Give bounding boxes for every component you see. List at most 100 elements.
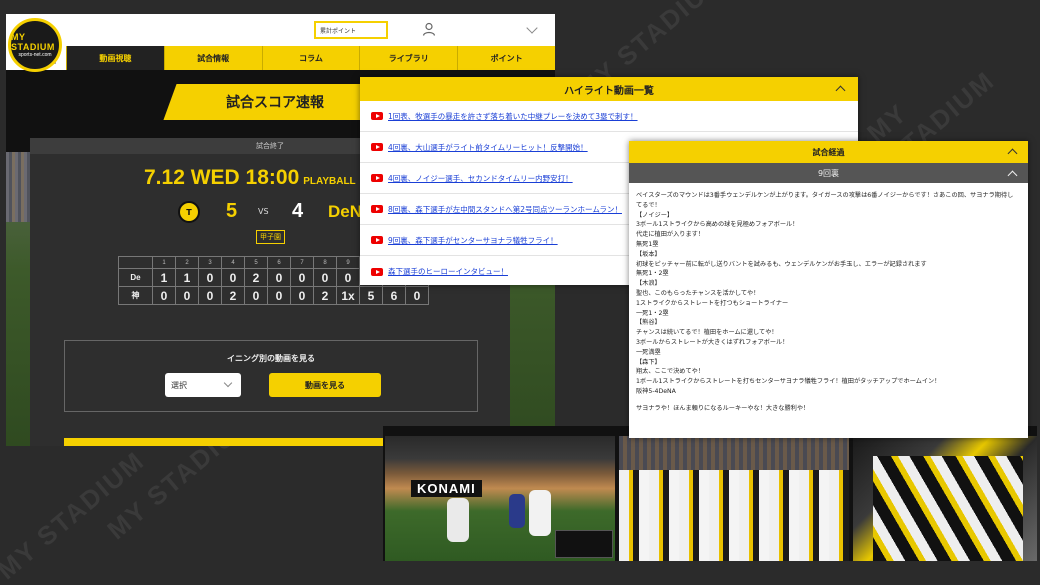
venue-badge: 甲子園 [256, 230, 285, 244]
pbp-line: 3ボールからストレートが大きくはずれフォアボール！ [636, 338, 789, 346]
pbp-line: ベイスターズのマウンドは3番手ウェンデルケンが上がります。タイガースの攻撃は6番… [636, 192, 1014, 199]
table-row: 神 0 0 0 2 0 0 0 2 1x 5 6 0 [118, 286, 429, 305]
pbp-line: 【森下】 [636, 358, 661, 366]
score-cell: 0 [244, 286, 268, 305]
vs-label: VS [258, 207, 269, 216]
team-cell: 神 [118, 286, 153, 305]
video-thumbnail-celebration[interactable] [619, 436, 849, 561]
inning-select[interactable]: 選択 [165, 373, 241, 397]
chevron-up-icon[interactable] [1007, 170, 1018, 181]
nav-item-column[interactable]: コラム [261, 46, 360, 70]
away-score: 4 [292, 200, 304, 222]
score-cell: 2 [244, 268, 268, 287]
inning-number: 8 [313, 256, 337, 269]
inning-accordion[interactable]: 9回裏 [629, 163, 1028, 183]
playball-label: PLAYBALL [303, 176, 356, 187]
score-cell: 0 [267, 286, 291, 305]
inning-selector-title: イニング別の動画を見る [227, 354, 315, 363]
video-strip: KONAMI [383, 426, 1037, 561]
pbp-line: 初球をピッチャー前に転がし送りバントを試みるも、ウェンデルケンがお手玉し、エラー… [636, 260, 927, 268]
video-thumbnail-team-huddle[interactable] [853, 436, 1037, 561]
pbp-spacer [636, 397, 1021, 404]
pbp-line: 一死1・2塁 [636, 309, 669, 317]
nav-item-library[interactable]: ライブラリ [359, 46, 457, 70]
pbp-line: 聖也、このもらったチャンスを活かしてや！ [636, 289, 760, 297]
score-cell: 0 [313, 268, 337, 287]
chevron-down-icon [223, 378, 233, 388]
score-cell: 5 [359, 286, 383, 305]
score-cell: 1 [175, 268, 199, 287]
score-cell: 0 [336, 268, 360, 287]
score-cell: 0 [290, 286, 314, 305]
highlight-link[interactable]: 森下選手のヒーローインタビュー！ [388, 266, 508, 277]
chevron-down-icon[interactable] [526, 22, 538, 34]
play-video-icon [371, 236, 383, 244]
highlight-link[interactable]: 4回裏、大山選手がライト前タイムリーヒット！反撃開始！ [388, 142, 588, 153]
pbp-line: 一死満塁 [636, 348, 661, 356]
pbp-line: 無死1・2塁 [636, 270, 669, 278]
pbp-line: 【木浪】 [636, 280, 661, 288]
score-cell: 0 [198, 286, 222, 305]
play-by-play-header[interactable]: 試合経過 [629, 141, 1028, 163]
pbp-line: サヨナラや！ほんま頼りになるルーキーやな！大きな勝利や！ [636, 404, 810, 412]
score-cell: 1x [336, 286, 360, 305]
inning-label: 9回裏 [817, 168, 840, 178]
video-thumbnail-batting[interactable]: KONAMI [385, 436, 615, 561]
pbp-line: 3ボール1ストライクから高めの球を見極めフォアボール！ [636, 221, 799, 229]
pbp-line: 【ノイジー】 [636, 211, 674, 219]
pbp-line: 無死1塁 [636, 240, 659, 248]
watch-video-button[interactable]: 動画を見る [269, 373, 381, 397]
highlight-link[interactable]: 1回表、牧選手の暴走を許さず落ち着いた中継プレーを決めて3塁で刺す！ [388, 111, 638, 122]
play-by-play-title: 試合経過 [812, 147, 845, 157]
score-cell: 0 [290, 268, 314, 287]
inning-select-value: 選択 [171, 381, 187, 390]
score-cell: 0 [152, 286, 176, 305]
score-cell: 0 [221, 268, 245, 287]
score-cell: 0 [405, 286, 429, 305]
inning-number: 9 [336, 256, 360, 269]
away-team-name: DeN [328, 202, 363, 221]
chevron-up-icon[interactable] [835, 85, 846, 96]
pbp-line: 1ボール1ストライクからストレートを打ちセンターサヨナラ犠牲フライ！植田がタッチ… [636, 378, 941, 386]
pbp-line: 【坂本】 [636, 250, 661, 258]
play-by-play-text: ベイスターズのマウンドは3番手ウェンデルケンが上がります。タイガースの攻撃は6番… [629, 183, 1028, 414]
inning-number: 2 [175, 256, 199, 269]
home-score: 5 [226, 200, 238, 222]
highlight-link[interactable]: 8回裏、森下選手が左中間スタンドへ第2号同点ツーランホームラン！ [388, 204, 622, 215]
corner-cell [118, 256, 153, 269]
play-video-icon [371, 267, 383, 276]
game-datetime: 7.12 WED 18:00PLAYBALL13 [144, 166, 385, 190]
team-cell: De [118, 268, 153, 287]
play-video-icon [371, 112, 383, 120]
pbp-line: 1ストライクからストレートを打つもショートライナー [636, 299, 789, 307]
play-video-icon [371, 174, 383, 182]
score-cell: 2 [313, 286, 337, 305]
highlight-link[interactable]: 9回裏、森下選手がセンターサヨナラ犠牲フライ！ [388, 235, 558, 246]
inning-number: 4 [221, 256, 245, 269]
pbp-line: チャンスは続いてるで！植田をホームに還してや！ [636, 329, 778, 337]
highlight-link[interactable]: 4回裏、ノイジー選手、セカンドタイムリー内野安打！ [388, 173, 573, 184]
nav-item-points[interactable]: ポイント [457, 46, 555, 70]
score-cell: 0 [175, 286, 199, 305]
inning-number: 7 [290, 256, 314, 269]
user-icon[interactable] [422, 22, 436, 36]
stadium-banner: KONAMI [411, 480, 482, 497]
play-video-icon [371, 143, 383, 151]
score-cell: 2 [221, 286, 245, 305]
score-cell: 0 [267, 268, 291, 287]
page-title-banner: 試合スコア速報 [163, 84, 387, 120]
highlights-header[interactable]: ハイライト動画一覧 [360, 77, 858, 101]
logo-text: MY STADIUM [11, 32, 55, 52]
tigers-logo: T [178, 201, 200, 223]
list-item[interactable]: 1回表、牧選手の暴走を許さず落ち着いた中継プレーを決めて3塁で刺す！ [360, 101, 858, 132]
points-field[interactable]: 累計ポイント [314, 21, 388, 39]
score-cell: 6 [382, 286, 406, 305]
logo-subtext: sports-net.com [18, 52, 52, 58]
pbp-line: 代走に植田が入ります！ [636, 231, 705, 239]
score-cell: 0 [198, 268, 222, 287]
site-logo[interactable]: MY STADIUM sports-net.com [8, 18, 62, 72]
chevron-up-icon[interactable] [1007, 148, 1018, 159]
nav-item-videos[interactable]: 動画視聴 [66, 46, 164, 70]
page-title: 試合スコア速報 [226, 95, 324, 111]
nav-item-game-info[interactable]: 試合情報 [163, 46, 262, 70]
